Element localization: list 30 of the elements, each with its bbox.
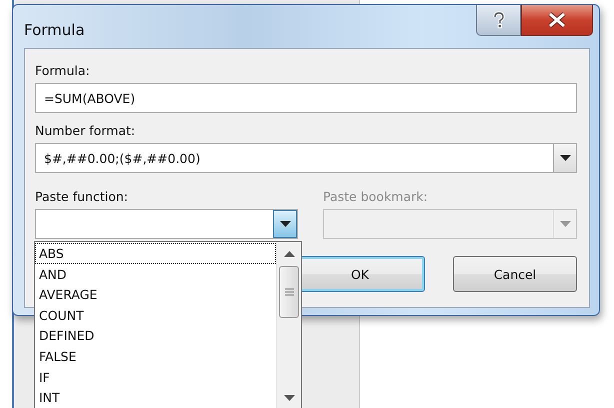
cancel-button[interactable]: Cancel [453,256,577,292]
dropdown-button[interactable] [553,144,576,172]
paste-bookmark-label: Paste bookmark: [323,189,429,204]
paste-function-label: Paste function: [35,189,129,204]
formula-field[interactable]: =SUM(ABOVE) [35,83,577,113]
function-item[interactable]: AVERAGE [35,284,276,305]
function-item[interactable]: FALSE [35,346,276,367]
scroll-thumb[interactable] [279,266,299,318]
help-button[interactable] [476,5,521,36]
number-format-combo[interactable]: $#,##0.00;($#,##0.00) [35,143,577,173]
question-mark-icon [490,11,506,29]
scrollbar[interactable] [276,242,301,408]
caret-icon [280,221,290,227]
function-item[interactable]: INT [35,387,276,408]
grip-icon [284,288,294,296]
scroll-up-icon[interactable] [284,251,294,257]
function-item[interactable]: IF [35,366,276,388]
close-icon [547,12,567,28]
dropdown-button[interactable] [273,210,297,238]
scroll-down-icon[interactable] [284,395,294,401]
caret-icon [560,155,570,161]
close-button[interactable] [521,5,593,36]
number-format-label: Number format: [35,123,136,138]
function-item[interactable]: AND [35,264,276,284]
function-item[interactable]: ABS [35,243,276,264]
formula-label: Formula: [35,63,91,78]
function-item[interactable]: DEFINED [35,325,276,346]
window-title: Formula [24,21,85,39]
function-item[interactable]: COUNT [35,304,276,326]
caret-icon [560,221,570,227]
